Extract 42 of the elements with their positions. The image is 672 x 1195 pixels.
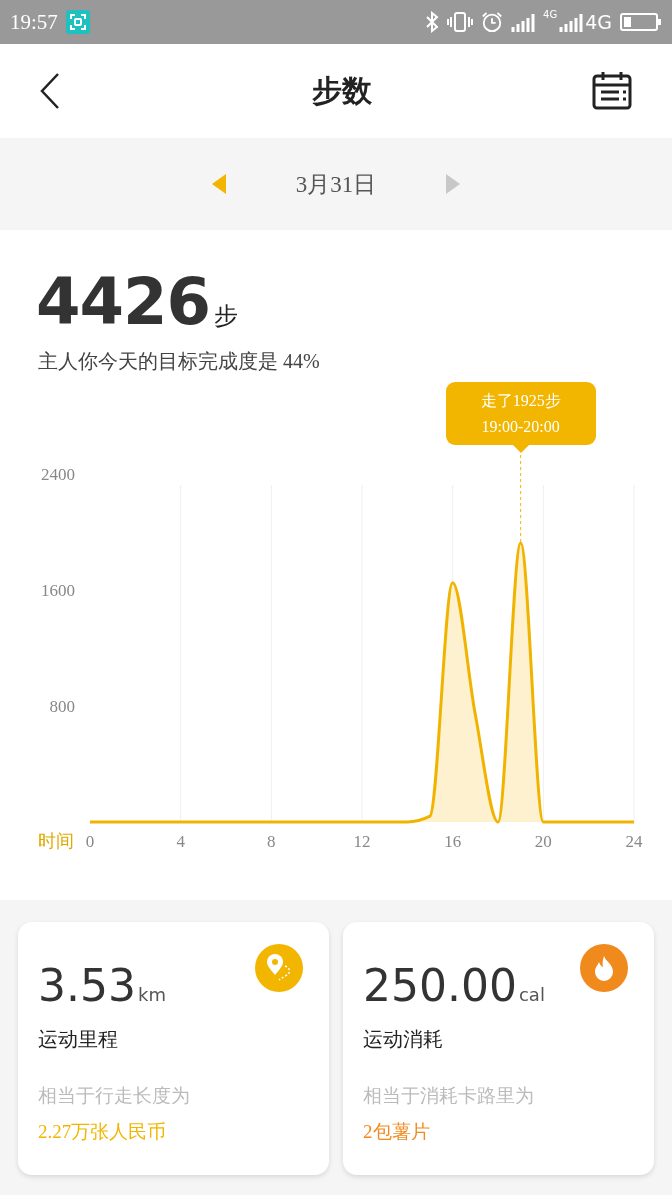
clock-time: 19:57 xyxy=(10,9,58,35)
stat-unit: cal xyxy=(518,984,545,1005)
y-axis-label: 800 xyxy=(49,697,75,716)
y-axis-label: 2400 xyxy=(41,465,75,484)
page-title: 步数 xyxy=(312,72,372,109)
calendar-button[interactable] xyxy=(592,71,632,111)
location-pin-icon xyxy=(255,944,303,992)
vibrate-icon xyxy=(447,11,474,33)
x-axis-label: 20 xyxy=(534,832,552,851)
stat-value: 250.00 xyxy=(363,964,517,1008)
signal-icon xyxy=(559,12,584,32)
x-axis-label: 12 xyxy=(353,832,371,851)
bluetooth-icon xyxy=(425,11,440,33)
signal-icon xyxy=(511,12,536,32)
tooltip-time: 19:00-20:00 xyxy=(481,418,560,436)
battery-icon xyxy=(620,12,662,32)
equivalent-value: 2包薯片 xyxy=(363,1120,431,1144)
network-type: 4G xyxy=(543,9,558,20)
flame-icon xyxy=(580,944,628,992)
network-type: 4G xyxy=(585,11,612,33)
x-axis-label: 8 xyxy=(267,832,276,851)
step-count: 4426 xyxy=(36,270,211,334)
equivalent-caption: 相当于行走长度为 xyxy=(38,1084,191,1108)
alarm-icon xyxy=(481,11,504,33)
date-label: 3月31日 xyxy=(295,170,377,199)
equivalent-value: 2.27万张人民币 xyxy=(38,1120,168,1144)
equivalent-caption: 相当于消耗卡路里为 xyxy=(363,1084,535,1108)
tooltip-steps: 走了1925步 xyxy=(480,391,561,412)
x-axis-label: 0 xyxy=(85,832,95,851)
goal-text: 主人你今天的目标完成度是 44% xyxy=(37,349,321,374)
step-unit: 步 xyxy=(214,302,239,331)
x-axis-label: 16 xyxy=(444,832,462,851)
stat-label: 运动里程 xyxy=(38,1027,119,1052)
axis-title: 时间 xyxy=(38,831,74,851)
x-axis-label: 4 xyxy=(176,832,185,851)
stat-unit: km xyxy=(137,984,166,1005)
stat-value: 3.53 xyxy=(38,964,136,1008)
x-axis-label: 24 xyxy=(625,832,643,851)
y-axis-label: 1600 xyxy=(41,581,75,600)
stat-label: 运动消耗 xyxy=(363,1027,444,1052)
back-button[interactable] xyxy=(38,71,62,111)
screenshot-icon xyxy=(65,10,90,34)
